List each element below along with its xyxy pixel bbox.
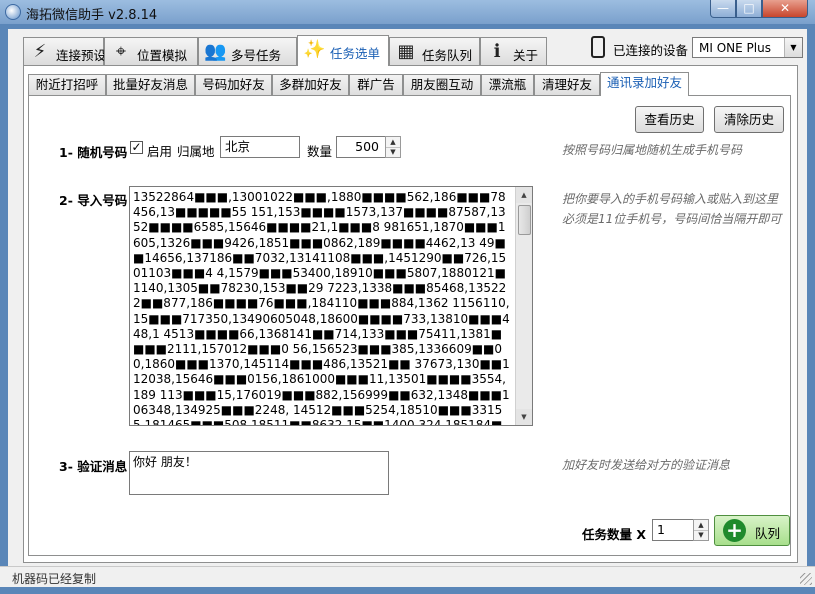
import-numbers-textarea[interactable]: 13522864■■■,13001022■■■,1880■■■■562,186■…: [129, 186, 533, 426]
table-icon: ▦: [397, 41, 415, 62]
plus-circle-icon: +: [723, 519, 746, 542]
subtab-group-ads[interactable]: 群广告: [349, 74, 403, 95]
count-stepper[interactable]: ▲ ▼: [385, 136, 401, 158]
status-bar: 机器码已经复制: [0, 566, 815, 587]
subtab-add-by-number[interactable]: 号码加好友: [195, 74, 272, 95]
tab-label: 任务选单: [330, 46, 381, 61]
contacts-add-form: 查看历史 清除历史 1- 随机号码 ✓ 启用 归属地 北京 数量 500 ▲ ▼…: [28, 95, 791, 556]
tab-location-simulation[interactable]: ⌖ 位置模拟: [104, 37, 198, 65]
subtab-bulk-friend-message[interactable]: 批量好友消息: [106, 74, 195, 95]
magic-wand-icon: ✨: [303, 39, 326, 60]
device-selected-value: MI ONE Plus: [699, 41, 771, 55]
subtab-nearby-greet[interactable]: 附近打招呼: [28, 74, 106, 95]
window-title: 海拓微信助手 v2.8.14: [26, 8, 158, 23]
import-hint-line1: 把你要导入的手机号码输入或贴入到这里: [562, 192, 779, 206]
verify-message-label: 3- 验证消息: [59, 459, 128, 474]
lightning-icon: ⚡: [33, 41, 47, 62]
app-window: 海拓微信助手 v2.8.14 — □ ✕ ⚡ 连接预设 ⌖ 位置模拟 👥 多号任…: [0, 0, 815, 594]
scroll-down-arrow-icon[interactable]: ▼: [516, 409, 532, 425]
tab-task-queue[interactable]: ▦ 任务队列: [389, 37, 480, 65]
tab-label: 任务队列: [422, 48, 473, 63]
subtab-multi-group-add[interactable]: 多群加好友: [272, 74, 349, 95]
scroll-up-arrow-icon[interactable]: ▲: [516, 187, 532, 203]
tab-multi-account-task[interactable]: 👥 多号任务: [198, 37, 297, 65]
maximize-button[interactable]: □: [736, 0, 762, 18]
view-history-button[interactable]: 查看历史: [635, 106, 704, 133]
subtab-contacts-add[interactable]: 通讯录加好友: [600, 72, 689, 96]
task-count-input[interactable]: 1: [652, 519, 694, 541]
tab-label: 关于: [513, 48, 539, 63]
scroll-thumb[interactable]: [518, 205, 531, 235]
minimize-button[interactable]: —: [710, 0, 736, 18]
clear-history-button[interactable]: 清除历史: [714, 106, 784, 133]
status-text: 机器码已经复制: [12, 572, 97, 586]
location-label: 归属地: [177, 144, 215, 159]
count-input[interactable]: 500: [336, 136, 386, 158]
import-numbers-scrollbar[interactable]: ▲ ▼: [515, 187, 532, 425]
crosshair-icon: ⌖: [115, 41, 127, 62]
close-button[interactable]: ✕: [762, 0, 808, 18]
import-numbers-label: 2- 导入号码: [59, 193, 128, 208]
device-dropdown[interactable]: MI ONE Plus ▼: [692, 37, 803, 58]
info-icon: ℹ: [493, 41, 501, 62]
location-input[interactable]: 北京: [220, 136, 300, 158]
count-down-arrow[interactable]: ▼: [386, 147, 400, 157]
queue-button-label: 队列: [755, 526, 781, 541]
verify-message-textarea[interactable]: 你好 朋友！: [129, 451, 389, 495]
subtab-moments-interact[interactable]: 朋友圈互动: [403, 74, 481, 95]
chevron-down-icon[interactable]: ▼: [784, 38, 802, 57]
tab-connection-preset[interactable]: ⚡ 连接预设: [23, 37, 107, 65]
verify-message-hint: 加好友时发送给对方的验证消息: [562, 458, 731, 472]
tab-label: 多号任务: [231, 48, 282, 63]
app-logo-icon: [5, 4, 21, 20]
verify-message-text: 你好 朋友！: [133, 455, 197, 469]
device-selector-group: 已连接的设备 MI ONE Plus ▼: [591, 36, 806, 60]
task-menu-panel: 附近打招呼 批量好友消息 号码加好友 多群加好友 群广告 朋友圈互动 漂流瓶 清…: [23, 65, 798, 563]
client-area: ⚡ 连接预设 ⌖ 位置模拟 👥 多号任务 ✨ 任务选单 ▦ 任务队列 ℹ 关于: [8, 29, 807, 587]
tab-task-menu[interactable]: ✨ 任务选单: [297, 35, 389, 66]
subtab-drift-bottle[interactable]: 漂流瓶: [481, 74, 534, 95]
add-to-queue-button[interactable]: + 队列: [714, 515, 790, 546]
title-bar[interactable]: 海拓微信助手 v2.8.14 — □ ✕: [0, 0, 815, 24]
task-count-down-arrow[interactable]: ▼: [694, 530, 708, 540]
import-numbers-text: 13522864■■■,13001022■■■,1880■■■■562,186■…: [133, 190, 510, 426]
random-number-hint: 按照号码归属地随机生成手机号码: [562, 143, 743, 157]
tab-label: 位置模拟: [137, 48, 188, 63]
enable-checkbox[interactable]: ✓: [130, 141, 143, 154]
random-number-label: 1- 随机号码: [59, 145, 128, 160]
task-count-stepper[interactable]: ▲ ▼: [693, 519, 709, 541]
users-icon: 👥: [204, 41, 227, 62]
tab-about[interactable]: ℹ 关于: [480, 37, 547, 65]
device-label: 已连接的设备: [613, 43, 689, 58]
tab-label: 连接预设: [56, 48, 107, 63]
resize-grip-icon[interactable]: [800, 573, 812, 585]
task-count-label: 任务数量 X: [582, 527, 646, 542]
count-label: 数量: [307, 144, 333, 159]
phone-icon: [591, 36, 605, 58]
subtab-clean-friends[interactable]: 清理好友: [534, 74, 600, 95]
enable-label: 启用: [147, 144, 173, 159]
import-hint-line2: 必须是11位手机号，号码间恰当隔开即可: [562, 212, 782, 226]
